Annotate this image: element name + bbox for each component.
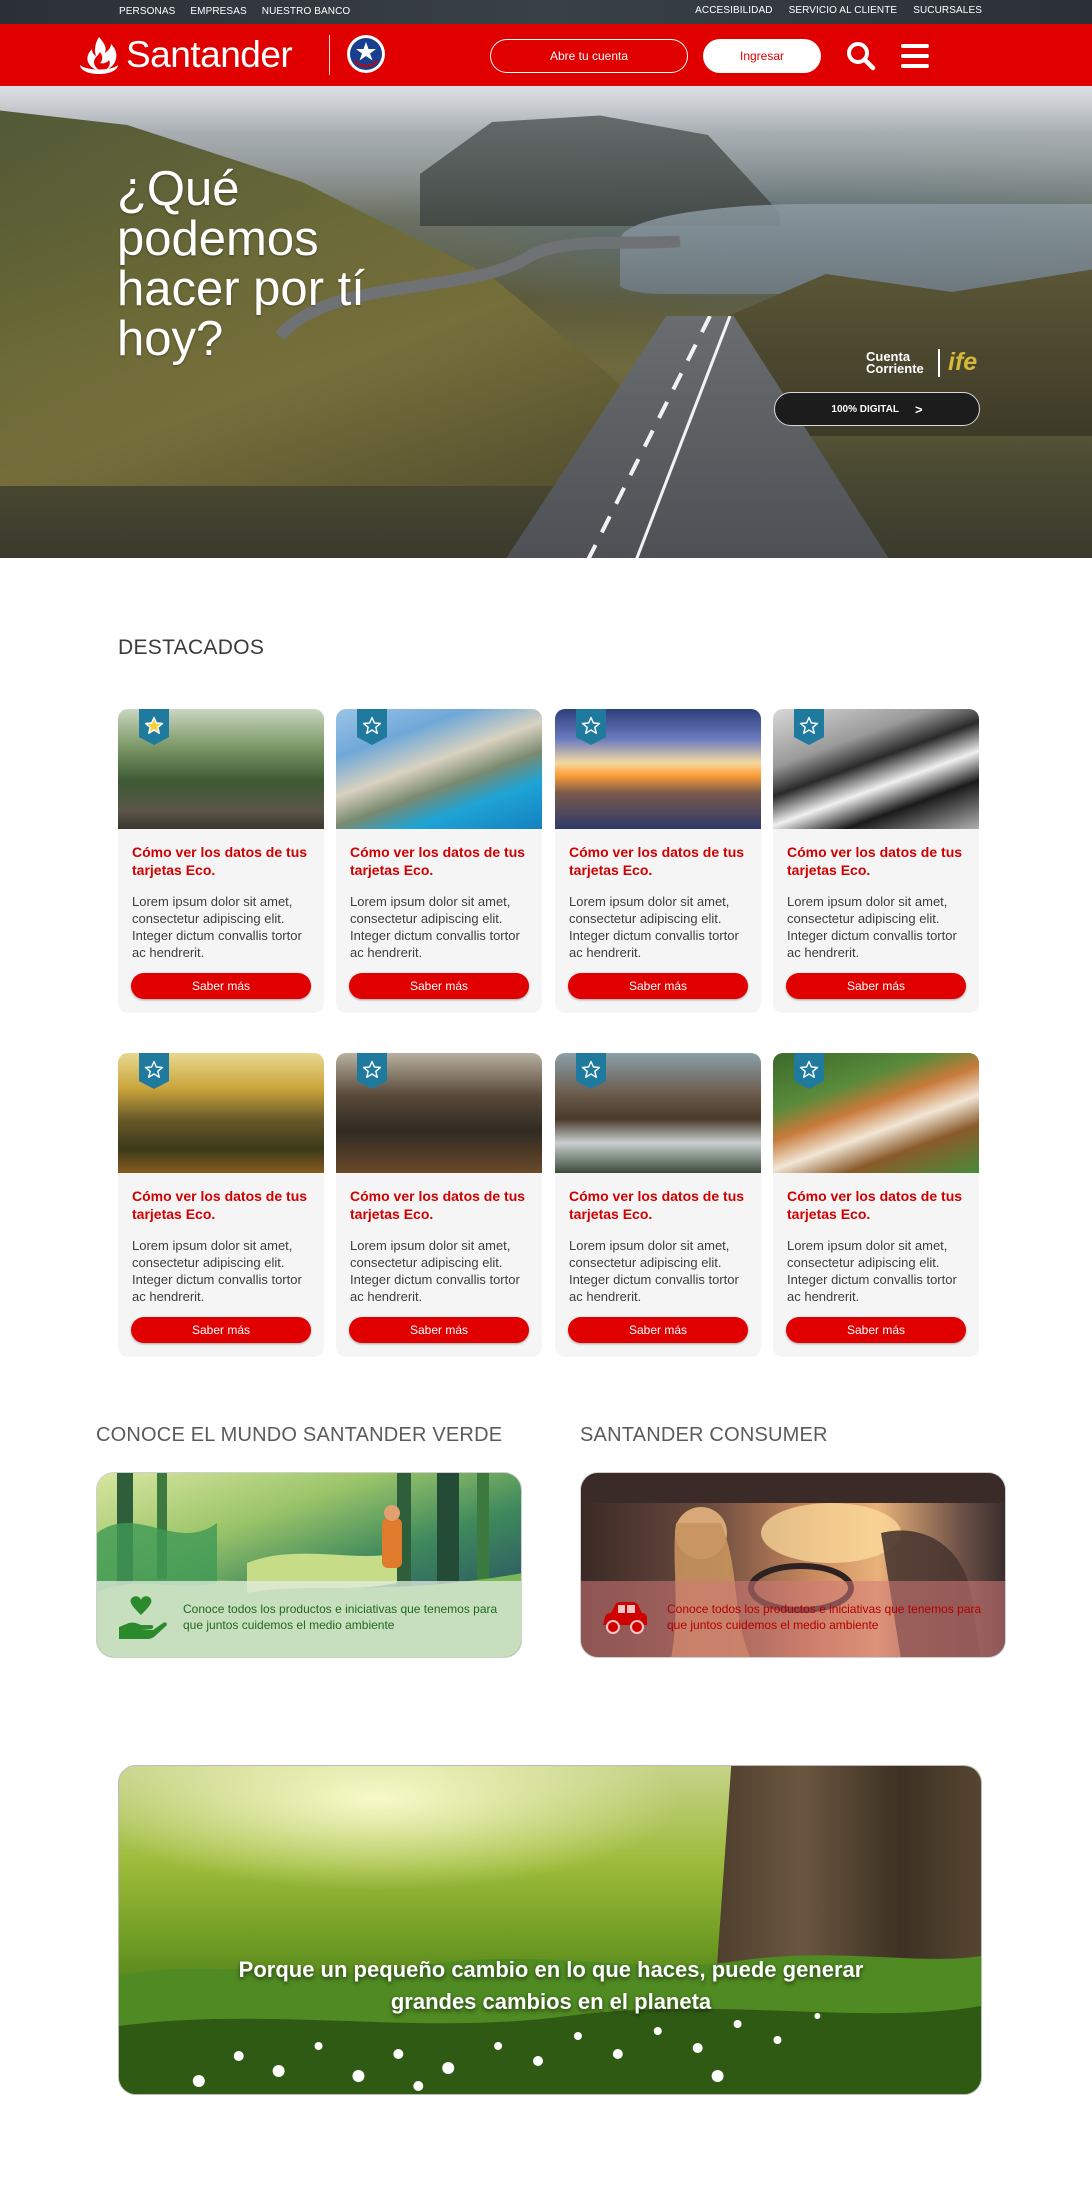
consumer-card[interactable]: Conoce todos los productos e iniciativas… [580,1472,1006,1658]
chevron-right-icon: > [915,401,923,417]
ife-divider [938,348,940,377]
open-account-button[interactable]: Abre tu cuenta [490,39,688,73]
card-title: Cómo ver los datos de tus tarjetas Eco. [569,1188,745,1222]
link-accesibilidad[interactable]: ACCESIBILIDAD [695,5,772,16]
star-icon [799,716,819,734]
destacado-card[interactable]: Cómo ver los datos de tus tarjetas Eco. L… [118,709,324,1013]
verde-title: CONOCE EL MUNDO SANTANDER VERDE [96,1424,503,1446]
banner-text: Porque un pequeño cambio en lo que haces… [238,1957,864,2014]
menu-icon[interactable] [900,42,930,70]
page: PERSONAS EMPRESAS NUESTRO BANCO ACCESIBI… [0,0,1092,2208]
saber-mas-button[interactable]: Saber más [786,973,966,999]
card-text: Lorem ipsum dolor sit amet, consectetur … [569,894,739,960]
link-empresas[interactable]: EMPRESAS [190,6,246,17]
login-button[interactable]: Ingresar [703,39,821,73]
hero-banner: ¿Qué podemos hacer por tí hoy? Cuenta Co… [0,86,1092,558]
digital-button-label: 100% DIGITAL [831,403,899,415]
segment-links: PERSONAS EMPRESAS NUESTRO BANCO [119,6,350,17]
saber-mas-button[interactable]: Saber más [349,973,529,999]
star-icon [144,716,164,734]
card-text: Lorem ipsum dolor sit amet, consectetur … [350,894,520,960]
star-icon [581,716,601,734]
saber-mas-button[interactable]: Saber más [131,973,311,999]
card-title: Cómo ver los datos de tus tarjetas Eco. [787,844,963,878]
card-text: Lorem ipsum dolor sit amet, consectetur … [569,1238,739,1304]
cuenta-corriente-label: Cuenta Corriente [866,348,924,376]
hero-cliff [420,115,780,226]
destacado-card[interactable]: Cómo ver los datos de tus tarjetas Eco. L… [773,709,979,1013]
saber-mas-button[interactable]: Saber más [786,1317,966,1343]
destacados-title: DESTACADOS [118,636,265,659]
card-title: Cómo ver los datos de tus tarjetas Eco. [569,844,745,878]
hero-title: ¿Qué podemos hacer por tí hoy? [117,162,365,366]
card-title: Cómo ver los datos de tus tarjetas Eco. [350,844,526,878]
top-utility-bar: PERSONAS EMPRESAS NUESTRO BANCO ACCESIBI… [0,0,1092,24]
link-nuestro-banco[interactable]: NUESTRO BANCO [262,6,351,17]
brand-wordmark: Santander [126,34,293,75]
destacado-card[interactable]: Cómo ver los datos de tus tarjetas Eco. L… [118,1053,324,1357]
star-icon [362,1060,382,1078]
star-icon [362,716,382,734]
card-title: Cómo ver los datos de tus tarjetas Eco. [350,1188,526,1222]
destacado-card[interactable]: Cómo ver los datos de tus tarjetas Eco. L… [336,709,542,1013]
santander-logo[interactable]: Santander [78,34,293,76]
flame-logo-icon [80,37,118,74]
star-icon [581,1060,601,1078]
saber-mas-button[interactable]: Saber más [568,1317,748,1343]
verde-text: Conoce todos los productos e iniciativas… [183,1602,498,1632]
car-icon [603,1602,647,1634]
card-title: Cómo ver los datos de tus tarjetas Eco. [132,844,308,878]
destacado-card[interactable]: Cómo ver los datos de tus tarjetas Eco. L… [336,1053,542,1357]
star-icon [144,1060,164,1078]
card-title: Cómo ver los datos de tus tarjetas Eco. [132,1188,308,1222]
ife-logo: Cuenta Corriente ife [866,348,977,377]
card-text: Lorem ipsum dolor sit amet, consectetur … [787,894,957,960]
main-header: Santander Abre tu cuenta Ingresar [0,24,1092,86]
heart-hand-icon [119,1596,167,1639]
utility-links: ACCESIBILIDAD SERVICIO AL CLIENTE SUCURS… [695,5,982,16]
link-personas[interactable]: PERSONAS [119,6,175,17]
link-sucursales[interactable]: SUCURSALES [913,5,982,16]
saber-mas-button[interactable]: Saber más [131,1317,311,1343]
search-icon[interactable] [846,41,876,71]
verde-card[interactable]: Conoce todos los productos e iniciativas… [96,1472,522,1658]
saber-mas-button[interactable]: Saber más [349,1317,529,1343]
card-text: Lorem ipsum dolor sit amet, consectetur … [787,1238,957,1304]
consumer-text: Conoce todos los productos e iniciativas… [667,1602,982,1632]
card-text: Lorem ipsum dolor sit amet, consectetur … [350,1238,520,1304]
planet-banner: Porque un pequeño cambio en lo que haces… [118,1765,982,2095]
card-title: Cómo ver los datos de tus tarjetas Eco. [787,1188,963,1222]
header-divider [329,35,330,75]
destacado-card[interactable]: Cómo ver los datos de tus tarjetas Eco. L… [555,1053,761,1357]
chile-seal-icon [347,35,385,73]
destacado-card[interactable]: Cómo ver los datos de tus tarjetas Eco. L… [555,709,761,1013]
destacado-card[interactable]: Cómo ver los datos de tus tarjetas Eco. L… [773,1053,979,1357]
card-text: Lorem ipsum dolor sit amet, consectetur … [132,894,302,960]
link-servicio-al-cliente[interactable]: SERVICIO AL CLIENTE [789,5,898,16]
saber-mas-button[interactable]: Saber más [568,973,748,999]
star-icon [799,1060,819,1078]
ife-label: ife [948,348,978,376]
card-text: Lorem ipsum dolor sit amet, consectetur … [132,1238,302,1304]
consumer-title: SANTANDER CONSUMER [580,1424,828,1446]
digital-button[interactable]: 100% DIGITAL > [774,392,980,426]
